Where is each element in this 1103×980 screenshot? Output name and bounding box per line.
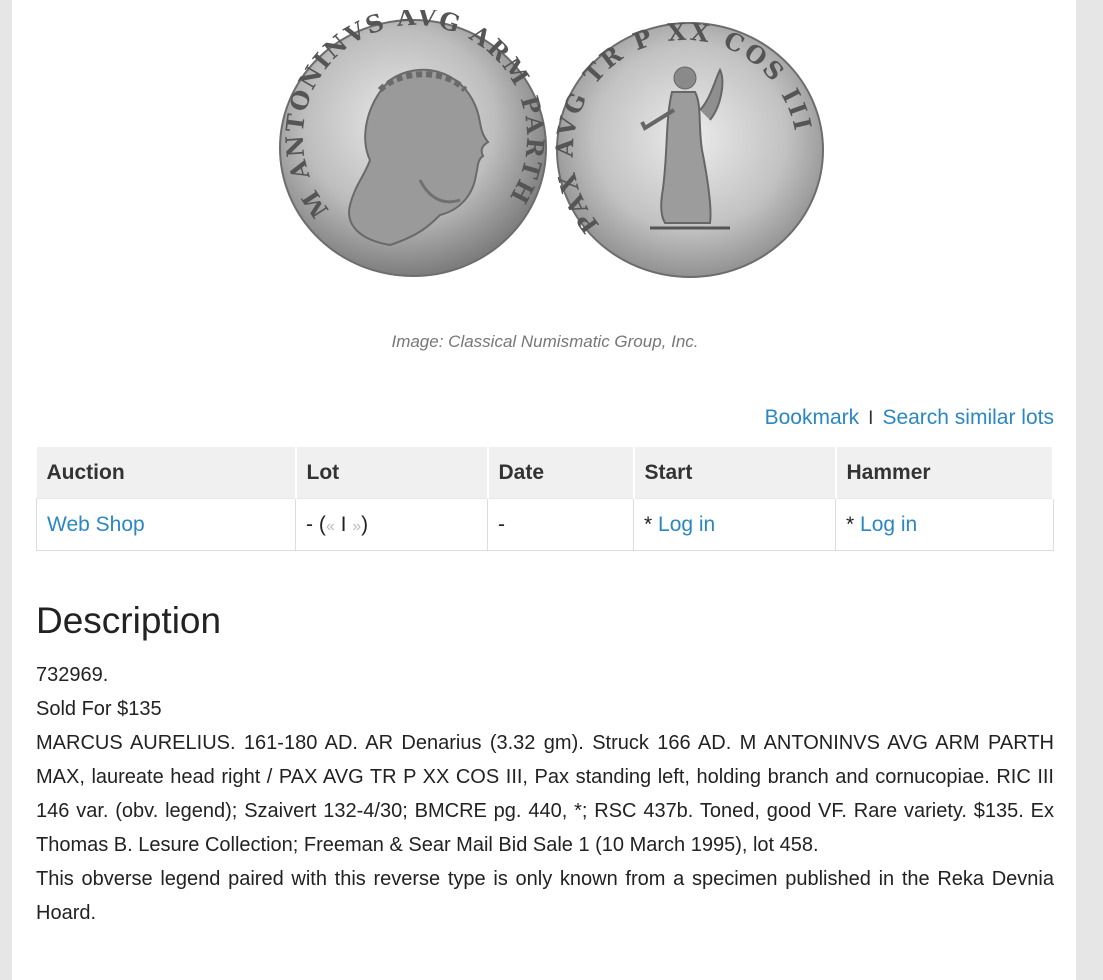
cell-auction: Web Shop bbox=[36, 498, 296, 551]
header-date: Date bbox=[487, 447, 635, 499]
cell-hammer: * Log in bbox=[835, 498, 1054, 551]
hammer-prefix: * bbox=[846, 512, 861, 536]
cell-lot: - (« I ») bbox=[295, 498, 488, 551]
image-caption: Image: Classical Numismatic Group, Inc. bbox=[391, 332, 699, 351]
header-start: Start bbox=[633, 447, 837, 499]
prev-lot-link[interactable]: « bbox=[326, 518, 335, 535]
cell-start: * Log in bbox=[633, 498, 836, 551]
table-header-row: Auction Lot Date Start Hammer bbox=[36, 447, 1054, 499]
description-text: MARCUS AURELIUS. 161-180 AD. AR Denarius… bbox=[36, 732, 1054, 856]
description-note: This obverse legend paired with this rev… bbox=[36, 868, 1054, 924]
header-auction: Auction bbox=[36, 447, 297, 499]
auction-table: Auction Lot Date Start Hammer Web Shop -… bbox=[36, 447, 1054, 551]
start-prefix: * bbox=[644, 512, 659, 536]
lot-prefix: - ( bbox=[306, 512, 326, 536]
header-hammer: Hammer bbox=[835, 447, 1054, 499]
header-lot: Lot bbox=[295, 447, 489, 499]
next-lot-link[interactable]: » bbox=[352, 518, 361, 535]
web-shop-link[interactable]: Web Shop bbox=[47, 513, 145, 536]
hammer-login-link[interactable]: Log in bbox=[860, 513, 917, 536]
obverse-coin: M ANTONINVS AVG ARM PARTH MAX bbox=[256, 0, 548, 277]
bookmark-link[interactable]: Bookmark bbox=[765, 406, 860, 429]
description-body: 732969. Sold For $135 MARCUS AURELIUS. 1… bbox=[36, 658, 1054, 930]
table-row: Web Shop - (« I ») - * Log in * Log in bbox=[36, 498, 1054, 551]
lot-page: M ANTONINVS AVG ARM PARTH MAX PAX AVG TR… bbox=[12, 0, 1076, 980]
reverse-coin: PAX AVG TR P XX COS III bbox=[550, 17, 824, 278]
actions-separator: I bbox=[868, 408, 874, 429]
start-login-link[interactable]: Log in bbox=[658, 513, 715, 536]
description-title: Description bbox=[36, 600, 222, 641]
lot-id: 732969. bbox=[36, 664, 109, 686]
lot-nav-separator: I bbox=[340, 512, 347, 536]
search-similar-link[interactable]: Search similar lots bbox=[882, 406, 1054, 429]
sold-price: Sold For $135 bbox=[36, 698, 162, 720]
lot-actions: Bookmark I Search similar lots bbox=[765, 406, 1054, 430]
coin-image[interactable]: M ANTONINVS AVG ARM PARTH MAX PAX AVG TR… bbox=[256, 0, 840, 280]
cell-date: - bbox=[487, 498, 634, 551]
lot-suffix: ) bbox=[361, 512, 369, 536]
